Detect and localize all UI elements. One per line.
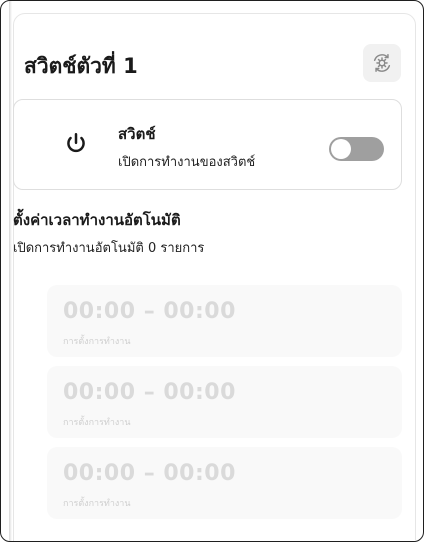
switch-toggle[interactable]	[329, 137, 384, 161]
schedule-label: การตั้งการทำงาน	[63, 337, 131, 347]
app-frame: สวิตช์ตัวที่ 1 สวิตช์ เปิดการทำงานของสวิ…	[0, 0, 424, 542]
schedule-time: 00:00 – 00:00	[63, 380, 236, 405]
settings-refresh-icon	[373, 54, 391, 72]
schedule-time: 00:00 – 00:00	[63, 299, 236, 324]
schedule-summary: เปิดการทำงานอัตโนมัติ 0 รายการ	[13, 241, 205, 256]
schedule-section-title: ตั้งค่าเวลาทำงานอัตโนมัติ	[13, 211, 181, 229]
schedule-item[interactable]: 00:00 – 00:00 การตั้งการทำงาน	[47, 285, 402, 357]
schedule-time: 00:00 – 00:00	[63, 461, 236, 486]
switch-description: เปิดการทำงานของสวิตช์	[118, 155, 256, 170]
schedule-label: การตั้งการทำงาน	[63, 418, 131, 428]
schedule-label: การตั้งการทำงาน	[63, 499, 131, 509]
switch-label: สวิตช์	[118, 125, 156, 143]
device-settings-button[interactable]	[363, 44, 401, 82]
power-icon	[67, 133, 85, 153]
edge-shadow	[9, 1, 12, 541]
page-title: สวิตช์ตัวที่ 1	[24, 54, 138, 78]
schedule-item[interactable]: 00:00 – 00:00 การตั้งการทำงาน	[47, 447, 402, 519]
toggle-knob	[331, 139, 351, 159]
schedule-item[interactable]: 00:00 – 00:00 การตั้งการทำงาน	[47, 366, 402, 438]
